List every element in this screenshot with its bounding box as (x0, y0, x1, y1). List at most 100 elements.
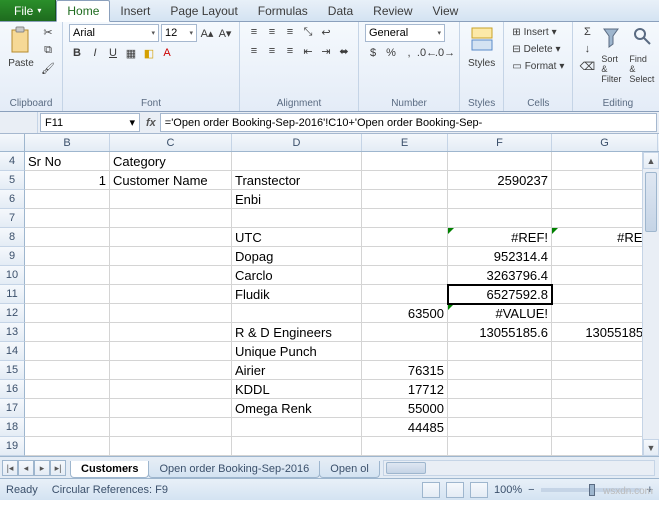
cell-D16[interactable]: KDDL (232, 380, 362, 399)
tab-review[interactable]: Review (363, 1, 422, 21)
cell-C6[interactable] (110, 190, 232, 209)
cell-E4[interactable] (362, 152, 448, 171)
page-break-view-button[interactable] (470, 482, 488, 498)
cell-F11[interactable]: 6527592.8 (448, 285, 552, 304)
cell-E17[interactable]: 55000 (362, 399, 448, 418)
formula-input[interactable]: ='Open order Booking-Sep-2016'!C10+'Open… (160, 113, 657, 132)
page-layout-view-button[interactable] (446, 482, 464, 498)
wrap-text-icon[interactable]: ↩ (318, 24, 334, 40)
fill-color-button[interactable]: ◧ (141, 45, 157, 61)
tab-data[interactable]: Data (318, 1, 363, 21)
cell-B12[interactable] (25, 304, 110, 323)
cell-B7[interactable] (25, 209, 110, 228)
row-header[interactable]: 6 (0, 190, 25, 209)
decrease-indent-icon[interactable]: ⇤ (300, 43, 316, 59)
cell-B11[interactable] (25, 285, 110, 304)
horizontal-scrollbar[interactable] (383, 460, 655, 476)
decrease-decimal-icon[interactable]: .0→ (437, 45, 453, 61)
sheet-tab-open-ol[interactable]: Open ol (319, 461, 380, 478)
bold-button[interactable]: B (69, 45, 85, 61)
cell-E6[interactable] (362, 190, 448, 209)
cell-E11[interactable] (362, 285, 448, 304)
cell-D15[interactable]: Airier (232, 361, 362, 380)
scroll-down-icon[interactable]: ▼ (643, 439, 659, 456)
cell-D10[interactable]: Carclo (232, 266, 362, 285)
spreadsheet-grid[interactable]: B C D E F G 4Sr NoCategory51Customer Nam… (0, 134, 659, 456)
scroll-up-icon[interactable]: ▲ (643, 152, 659, 169)
cell-C19[interactable] (110, 437, 232, 456)
increase-decimal-icon[interactable]: .0← (419, 45, 435, 61)
cell-B14[interactable] (25, 342, 110, 361)
row-header[interactable]: 16 (0, 380, 25, 399)
align-right-icon[interactable]: ≡ (282, 43, 298, 59)
comma-format-icon[interactable]: , (401, 45, 417, 61)
cell-F14[interactable] (448, 342, 552, 361)
zoom-knob[interactable] (589, 484, 595, 496)
autosum-icon[interactable]: Σ (579, 24, 595, 40)
cell-D13[interactable]: R & D Engineers (232, 323, 362, 342)
cell-C7[interactable] (110, 209, 232, 228)
cell-F4[interactable] (448, 152, 552, 171)
sheet-first-icon[interactable]: |◂ (2, 460, 18, 476)
align-center-icon[interactable]: ≡ (264, 43, 280, 59)
cell-E13[interactable] (362, 323, 448, 342)
cell-F5[interactable]: 2590237 (448, 171, 552, 190)
cell-C5[interactable]: Customer Name (110, 171, 232, 190)
cell-F19[interactable] (448, 437, 552, 456)
row-header[interactable]: 19 (0, 437, 25, 456)
col-header-G[interactable]: G (552, 134, 658, 151)
cell-B16[interactable] (25, 380, 110, 399)
italic-button[interactable]: I (87, 45, 103, 61)
cell-B17[interactable] (25, 399, 110, 418)
paste-button[interactable]: Paste (6, 24, 36, 71)
cut-icon[interactable]: ✂ (40, 24, 56, 40)
cell-B18[interactable] (25, 418, 110, 437)
fill-icon[interactable]: ↓ (579, 41, 595, 57)
cell-B13[interactable] (25, 323, 110, 342)
row-header[interactable]: 9 (0, 247, 25, 266)
cell-C16[interactable] (110, 380, 232, 399)
find-select-button[interactable]: Find & Select (627, 24, 656, 86)
cell-B19[interactable] (25, 437, 110, 456)
scroll-thumb[interactable] (645, 172, 657, 232)
cell-F10[interactable]: 3263796.4 (448, 266, 552, 285)
cell-B15[interactable] (25, 361, 110, 380)
sort-filter-button[interactable]: Sort & Filter (599, 24, 623, 86)
sheet-tab-customers[interactable]: Customers (70, 461, 149, 478)
file-tab[interactable]: File ▾ (0, 0, 56, 21)
row-header[interactable]: 15 (0, 361, 25, 380)
row-header[interactable]: 17 (0, 399, 25, 418)
copy-icon[interactable]: ⧉ (40, 42, 56, 58)
clear-icon[interactable]: ⌫ (579, 58, 595, 74)
cell-F17[interactable] (448, 399, 552, 418)
cell-B9[interactable] (25, 247, 110, 266)
cell-D4[interactable] (232, 152, 362, 171)
cell-styles-button[interactable]: Styles (466, 24, 497, 71)
delete-cells-button[interactable]: ⊟Delete ▾ (510, 41, 566, 57)
align-middle-icon[interactable]: ≡ (264, 24, 280, 40)
tab-formulas[interactable]: Formulas (248, 1, 318, 21)
percent-format-icon[interactable]: % (383, 45, 399, 61)
shrink-font-icon[interactable]: A▾ (217, 25, 233, 41)
row-header[interactable]: 11 (0, 285, 25, 304)
row-header[interactable]: 10 (0, 266, 25, 285)
sheet-prev-icon[interactable]: ◂ (18, 460, 34, 476)
align-left-icon[interactable]: ≡ (246, 43, 262, 59)
cell-B6[interactable] (25, 190, 110, 209)
row-header[interactable]: 12 (0, 304, 25, 323)
cell-E7[interactable] (362, 209, 448, 228)
cell-D9[interactable]: Dopag (232, 247, 362, 266)
increase-indent-icon[interactable]: ⇥ (318, 43, 334, 59)
row-header[interactable]: 14 (0, 342, 25, 361)
cell-F15[interactable] (448, 361, 552, 380)
font-name-combo[interactable]: Arial▾ (69, 24, 159, 42)
row-header[interactable]: 5 (0, 171, 25, 190)
cell-F13[interactable]: 13055185.6 (448, 323, 552, 342)
fx-icon[interactable]: fx (146, 117, 156, 129)
cell-E18[interactable]: 44485 (362, 418, 448, 437)
cell-E12[interactable]: 63500 (362, 304, 448, 323)
normal-view-button[interactable] (422, 482, 440, 498)
cell-B10[interactable] (25, 266, 110, 285)
cell-C18[interactable] (110, 418, 232, 437)
orientation-icon[interactable]: ⤡ (300, 24, 316, 40)
